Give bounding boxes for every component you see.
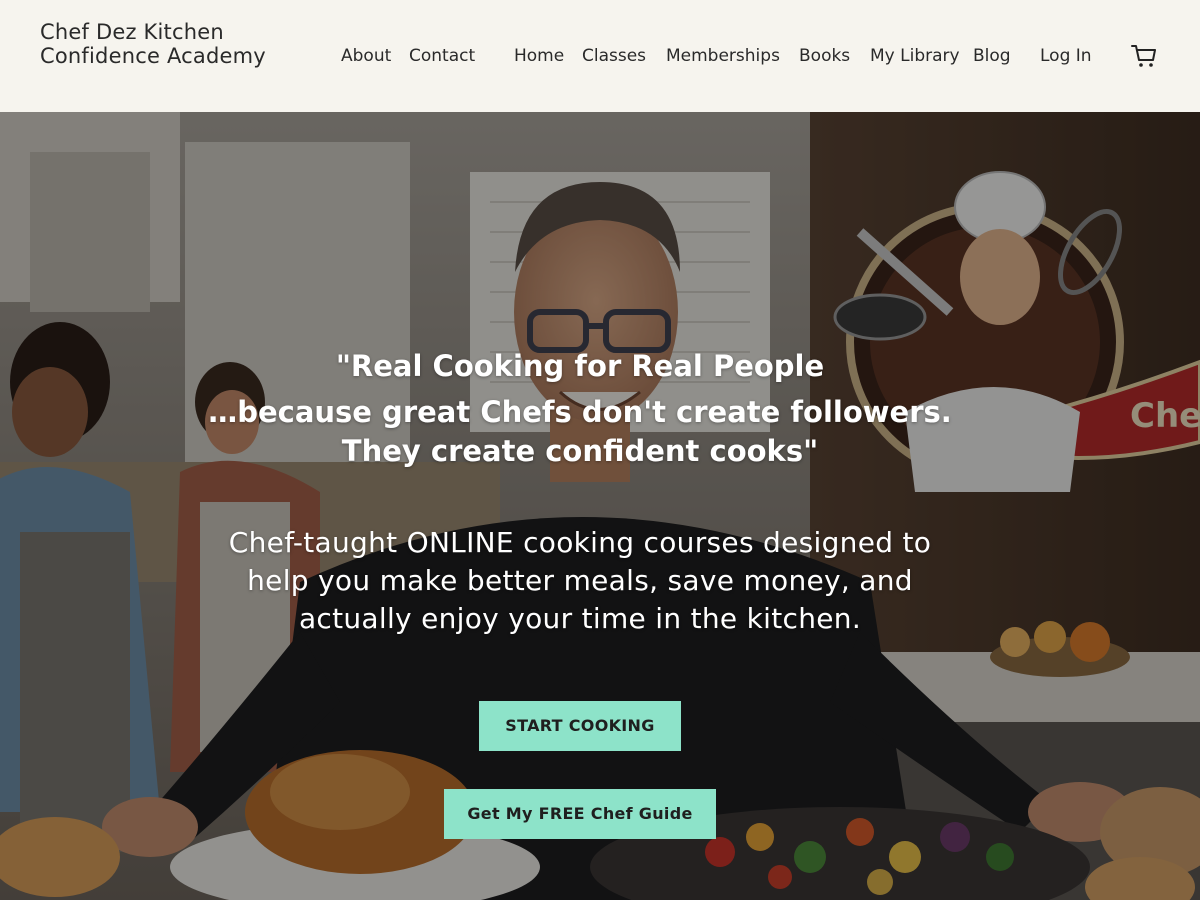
- nav-link-home[interactable]: Home: [514, 45, 564, 67]
- site-title[interactable]: Chef Dez Kitchen Confidence Academy: [40, 20, 270, 68]
- hero-headline-line2: …because great Chefs don't create follow…: [208, 395, 952, 468]
- nav-link-memberships[interactable]: Memberships: [666, 45, 780, 67]
- cart-icon[interactable]: [1130, 42, 1158, 70]
- hero-subheadline: Chef-taught ONLINE cooking courses desig…: [228, 526, 932, 635]
- nav-link-about[interactable]: About: [341, 45, 391, 67]
- nav-link-log-in[interactable]: Log In: [1040, 45, 1092, 67]
- free-chef-guide-button[interactable]: Get My FREE Chef Guide: [444, 789, 716, 839]
- hero-overlay: [0, 112, 1200, 900]
- nav-link-contact[interactable]: Contact: [409, 45, 475, 67]
- site-header: Chef Dez Kitchen Confidence Academy Abou…: [0, 0, 1200, 112]
- start-cooking-button[interactable]: START COOKING: [479, 701, 681, 751]
- nav-link-my-library[interactable]: My Library: [870, 45, 960, 67]
- hero-headline-line1: "Real Cooking for Real People: [335, 349, 825, 383]
- nav-link-blog[interactable]: Blog: [973, 45, 1011, 67]
- nav-link-books[interactable]: Books: [799, 45, 850, 67]
- hero-section: Chef Dez Kitchen "Real Cooking for Real …: [0, 112, 1200, 900]
- nav-link-classes[interactable]: Classes: [582, 45, 646, 67]
